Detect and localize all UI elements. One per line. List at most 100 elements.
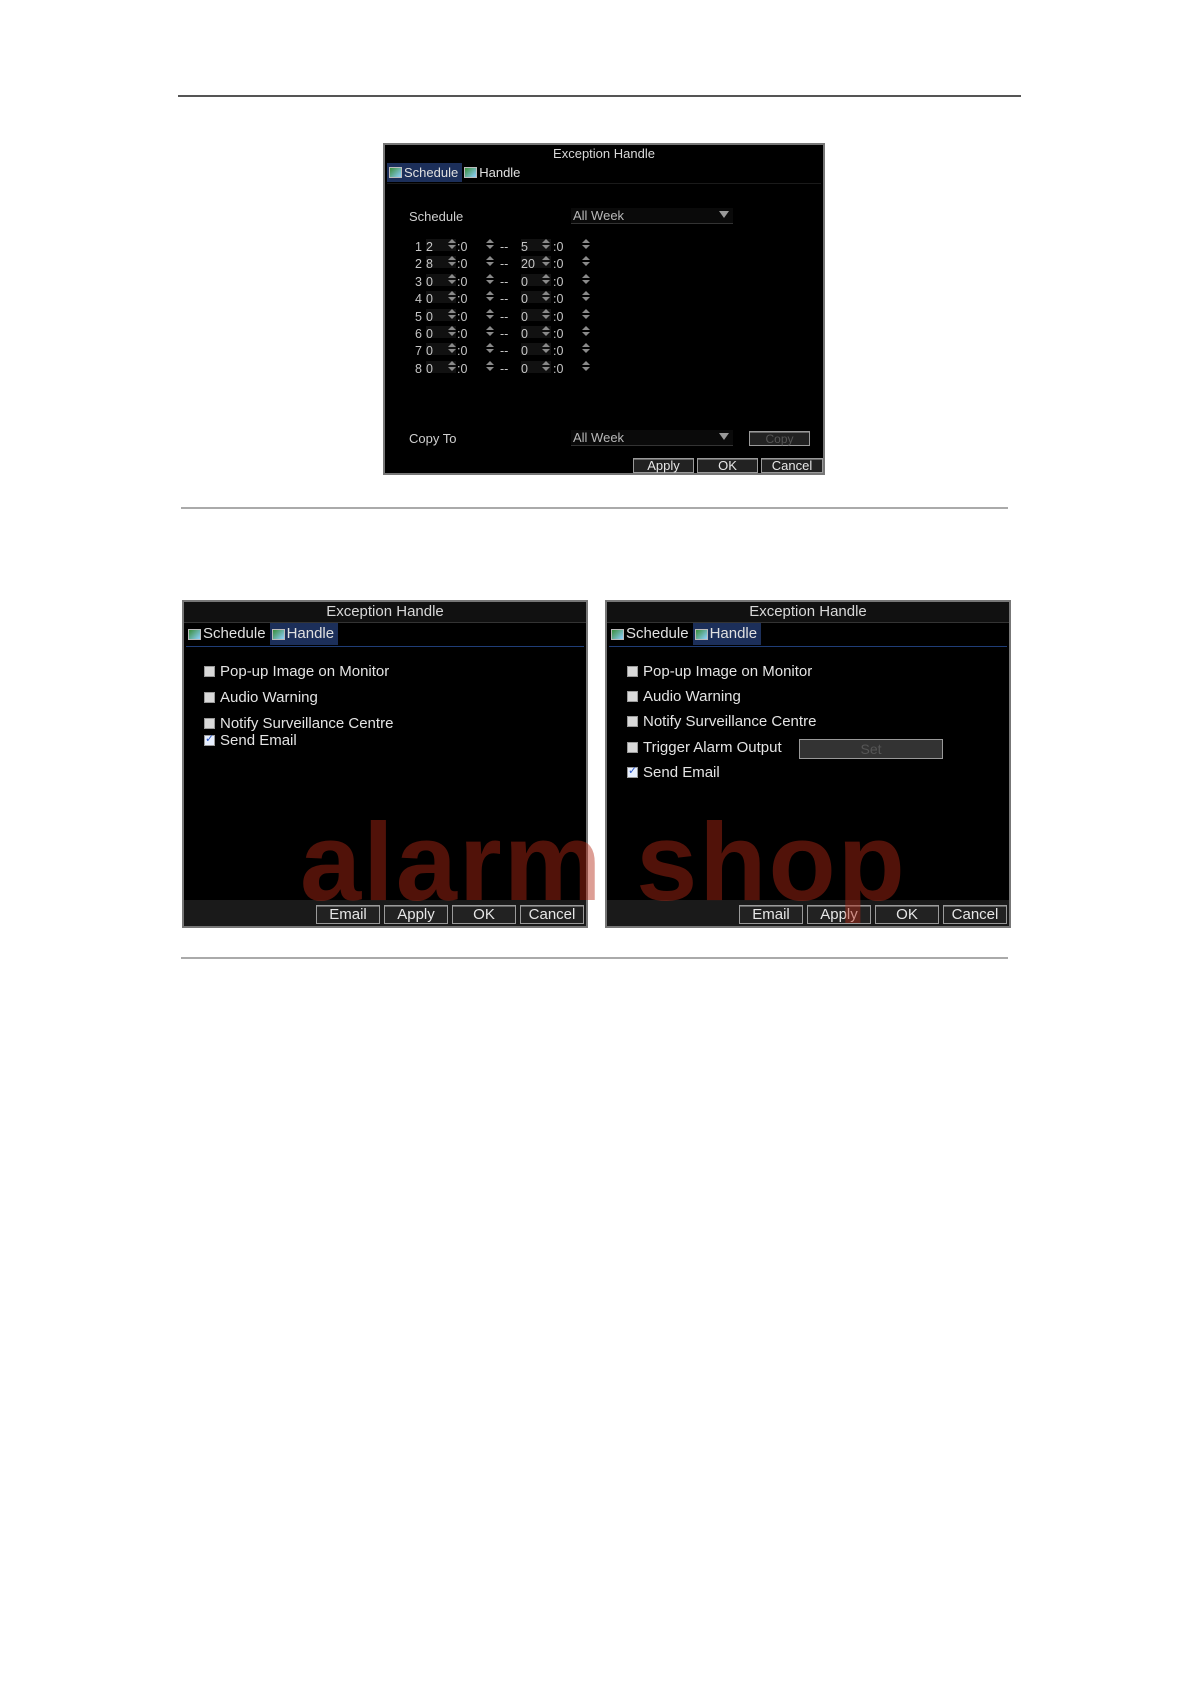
copy-to-select[interactable]: All Week bbox=[571, 430, 733, 446]
apply-button[interactable]: Apply bbox=[633, 458, 694, 473]
option-trigger-alarm-output[interactable]: Trigger Alarm Output bbox=[627, 738, 782, 756]
end-minute-field[interactable]: :0 bbox=[553, 326, 563, 342]
start-hour-field[interactable]: 0 bbox=[426, 274, 433, 290]
end-hour-field[interactable]: 0 bbox=[521, 361, 528, 377]
spinner-icon[interactable] bbox=[486, 239, 495, 249]
send-email-checkbox[interactable] bbox=[627, 764, 638, 778]
spinner-icon[interactable] bbox=[542, 343, 551, 354]
end-minute-field[interactable]: :0 bbox=[553, 343, 563, 359]
spinner-icon[interactable] bbox=[542, 360, 551, 371]
start-minute-field[interactable]: :0 bbox=[457, 326, 467, 342]
spinner-icon[interactable] bbox=[542, 326, 551, 336]
watermark: alarm shop bbox=[300, 801, 907, 924]
spinner-icon[interactable] bbox=[542, 308, 551, 319]
spinner-icon[interactable] bbox=[486, 360, 495, 371]
tab-schedule[interactable]: Schedule bbox=[387, 163, 463, 182]
option-audio-warning[interactable]: Audio Warning bbox=[627, 687, 741, 705]
end-minute-field[interactable]: :0 bbox=[553, 256, 563, 272]
audio-warning-checkbox[interactable] bbox=[627, 690, 638, 702]
copy-button[interactable]: Copy bbox=[749, 431, 810, 446]
option-label: Audio Warning bbox=[220, 688, 318, 706]
start-minute-field[interactable]: :0 bbox=[457, 309, 467, 325]
start-minute-field[interactable]: :0 bbox=[457, 361, 467, 377]
popup-image-checkbox[interactable] bbox=[204, 665, 215, 677]
end-hour-field[interactable]: 20 bbox=[521, 256, 535, 272]
option-send-email[interactable]: Send Email bbox=[627, 763, 720, 781]
tab-handle[interactable]: Handle bbox=[269, 623, 339, 645]
start-minute-field[interactable]: :0 bbox=[457, 239, 467, 255]
end-hour-field[interactable]: 5 bbox=[521, 239, 528, 255]
spinner-icon[interactable] bbox=[448, 326, 457, 336]
ok-button[interactable]: OK bbox=[697, 458, 758, 473]
spinner-icon[interactable] bbox=[448, 256, 457, 267]
spinner-icon[interactable] bbox=[582, 273, 591, 284]
spinner-icon[interactable] bbox=[582, 360, 591, 371]
end-hour-field[interactable]: 0 bbox=[521, 291, 528, 307]
spinner-icon[interactable] bbox=[486, 343, 495, 354]
spinner-icon[interactable] bbox=[448, 308, 457, 319]
start-hour-field[interactable]: 0 bbox=[426, 291, 433, 307]
spinner-icon[interactable] bbox=[448, 239, 457, 249]
spinner-icon[interactable] bbox=[582, 308, 591, 319]
option-popup-image[interactable]: Pop-up Image on Monitor bbox=[204, 662, 389, 680]
spinner-icon[interactable] bbox=[486, 326, 495, 336]
end-hour-field[interactable]: 0 bbox=[521, 274, 528, 290]
option-popup-image[interactable]: Pop-up Image on Monitor bbox=[627, 662, 812, 680]
set-button[interactable]: Set bbox=[799, 739, 943, 759]
notify-centre-checkbox[interactable] bbox=[627, 715, 638, 727]
start-minute-field[interactable]: :0 bbox=[457, 256, 467, 272]
start-hour-field[interactable]: 0 bbox=[426, 361, 433, 377]
tab-handle[interactable]: Handle bbox=[462, 163, 524, 182]
notify-centre-checkbox[interactable] bbox=[204, 717, 215, 729]
send-email-checkbox[interactable] bbox=[204, 732, 215, 746]
spinner-icon[interactable] bbox=[542, 291, 551, 302]
spinner-icon[interactable] bbox=[448, 343, 457, 354]
start-hour-field[interactable]: 2 bbox=[426, 239, 433, 255]
schedule-select[interactable]: All Week bbox=[571, 208, 733, 224]
row-number: 2 bbox=[415, 257, 422, 272]
end-hour-field[interactable]: 0 bbox=[521, 309, 528, 325]
cancel-button[interactable]: Cancel bbox=[943, 905, 1007, 924]
spinner-icon[interactable] bbox=[542, 273, 551, 284]
spinner-icon[interactable] bbox=[582, 291, 591, 302]
spinner-icon[interactable] bbox=[582, 343, 591, 354]
end-minute-field[interactable]: :0 bbox=[553, 239, 563, 255]
end-minute-field[interactable]: :0 bbox=[553, 291, 563, 307]
spinner-icon[interactable] bbox=[582, 256, 591, 267]
start-hour-field[interactable]: 0 bbox=[426, 326, 433, 342]
trigger-alarm-checkbox[interactable] bbox=[627, 741, 638, 753]
start-minute-field[interactable]: :0 bbox=[457, 291, 467, 307]
start-minute-field[interactable]: :0 bbox=[457, 343, 467, 359]
option-notify-centre[interactable]: Notify Surveillance Centre bbox=[627, 712, 816, 730]
end-hour-field[interactable]: 0 bbox=[521, 326, 528, 342]
popup-image-checkbox[interactable] bbox=[627, 665, 638, 677]
start-hour-field[interactable]: 0 bbox=[426, 309, 433, 325]
start-hour-field[interactable]: 0 bbox=[426, 343, 433, 359]
start-hour-field[interactable]: 8 bbox=[426, 256, 433, 272]
end-minute-field[interactable]: :0 bbox=[553, 309, 563, 325]
spinner-icon[interactable] bbox=[448, 273, 457, 284]
spinner-icon[interactable] bbox=[582, 239, 591, 249]
tab-schedule[interactable]: Schedule bbox=[609, 623, 693, 645]
start-minute-field[interactable]: :0 bbox=[457, 274, 467, 290]
spinner-icon[interactable] bbox=[542, 239, 551, 249]
spinner-icon[interactable] bbox=[486, 256, 495, 267]
audio-warning-checkbox[interactable] bbox=[204, 691, 215, 703]
tab-handle[interactable]: Handle bbox=[692, 623, 762, 645]
tab-label: Schedule bbox=[404, 165, 459, 180]
option-send-email[interactable]: Send Email bbox=[204, 731, 297, 749]
spinner-icon[interactable] bbox=[542, 256, 551, 267]
spinner-icon[interactable] bbox=[486, 291, 495, 302]
spinner-icon[interactable] bbox=[448, 291, 457, 302]
spinner-icon[interactable] bbox=[486, 273, 495, 284]
tab-schedule[interactable]: Schedule bbox=[186, 623, 270, 645]
end-hour-field[interactable]: 0 bbox=[521, 343, 528, 359]
cancel-button[interactable]: Cancel bbox=[761, 458, 823, 473]
spinner-icon[interactable] bbox=[486, 308, 495, 319]
option-notify-centre[interactable]: Notify Surveillance Centre bbox=[204, 714, 393, 732]
end-minute-field[interactable]: :0 bbox=[553, 274, 563, 290]
spinner-icon[interactable] bbox=[582, 326, 591, 336]
spinner-icon[interactable] bbox=[448, 360, 457, 371]
end-minute-field[interactable]: :0 bbox=[553, 361, 563, 377]
option-audio-warning[interactable]: Audio Warning bbox=[204, 688, 318, 706]
